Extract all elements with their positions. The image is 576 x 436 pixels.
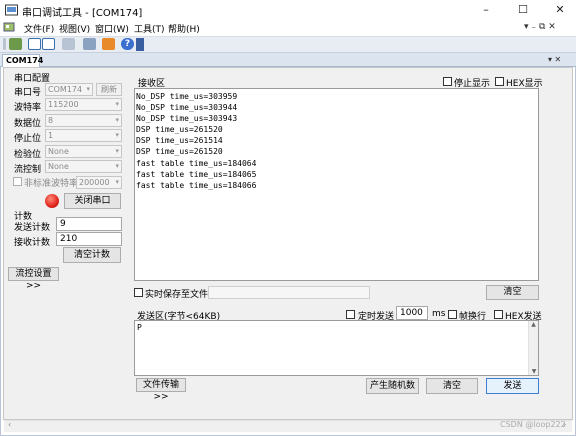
save-file-path-field[interactable] xyxy=(208,286,370,299)
connect-icon[interactable] xyxy=(9,38,22,50)
custom-baud-select[interactable]: 200000 ▾ xyxy=(76,176,122,189)
chevron-down-icon: ▾ xyxy=(115,116,119,124)
split-horizontal-icon[interactable] xyxy=(28,38,41,50)
send-clear-button[interactable]: 清空 xyxy=(426,378,478,394)
receive-line: DSP time_us=261514 xyxy=(136,136,223,146)
chevron-down-icon: ▾ xyxy=(115,162,119,170)
send-count-field: 9 xyxy=(56,217,122,231)
tab-controls[interactable]: ▾ ✕ xyxy=(548,55,561,64)
receive-line: No_DSP time_us=303944 xyxy=(136,103,238,113)
close-port-button[interactable]: 关闭串口 xyxy=(64,193,121,209)
parity-label: 检验位 xyxy=(14,150,42,160)
send-textarea[interactable]: P xyxy=(134,320,539,376)
stop-bits-select[interactable]: 1 ▾ xyxy=(45,129,122,142)
file-transfer-button[interactable]: 文件传输>> xyxy=(136,378,186,402)
receive-line: DSP time_us=261520 xyxy=(136,125,223,135)
chevron-down-icon: ▾ xyxy=(115,131,119,139)
menu-window[interactable]: 窗口(W) xyxy=(95,22,129,35)
receive-line: No_DSP time_us=303943 xyxy=(136,114,238,124)
window-title: 串口调试工具 - [COM174] xyxy=(22,8,143,19)
recv-count-field: 210 xyxy=(56,232,122,246)
baud-select[interactable]: 115200 ▾ xyxy=(45,98,122,111)
chevron-down-icon: ▾ xyxy=(115,178,119,186)
stop-display-checkbox[interactable] xyxy=(443,77,452,86)
wrap-checkbox[interactable] xyxy=(448,310,457,319)
receive-line: fast table time_us=184065 xyxy=(136,169,257,179)
timed-send-checkbox[interactable] xyxy=(346,310,355,319)
hex-display-checkbox[interactable] xyxy=(495,77,504,86)
app-icon xyxy=(5,4,18,16)
send-button[interactable]: 发送 xyxy=(486,378,539,394)
receive-line: fast table time_us=184066 xyxy=(136,180,257,190)
data-bits-value: 8 xyxy=(48,116,54,125)
scroll-down-icon[interactable]: ▼ xyxy=(529,368,539,375)
port-status-led-icon xyxy=(45,194,59,208)
document-tab-bar xyxy=(0,53,576,67)
interval-input[interactable]: 1000 xyxy=(396,306,428,320)
receive-textarea[interactable]: No_DSP time_us=303959 No_DSP time_us=303… xyxy=(134,88,539,281)
horizontal-scrollbar[interactable] xyxy=(4,420,572,432)
recv-count-label: 接收计数 xyxy=(14,238,51,248)
port-label: 串口号 xyxy=(14,88,42,98)
minimize-button[interactable]: – xyxy=(468,0,504,20)
menu-app-icon[interactable] xyxy=(3,22,15,33)
chevron-down-icon: ▾ xyxy=(115,147,119,155)
chevron-down-icon: ▾ xyxy=(86,85,90,93)
tab-com174[interactable]: COM174 xyxy=(2,54,43,67)
refresh-button[interactable]: 刷新 xyxy=(96,83,122,96)
menu-view[interactable]: 视图(V) xyxy=(59,22,90,35)
baud-value: 115200 xyxy=(48,100,79,109)
receive-line: No_DSP time_us=303959 xyxy=(136,92,238,101)
watermark: CSDN @loop222 xyxy=(500,420,566,429)
menu-help[interactable]: 帮助(H) xyxy=(168,22,200,35)
chevron-down-icon: ▾ xyxy=(115,100,119,108)
port-value: COM174 xyxy=(48,85,83,94)
flow-select[interactable]: None ▾ xyxy=(45,160,122,173)
data-bits-label: 数据位 xyxy=(14,119,42,129)
hex-send-checkbox[interactable] xyxy=(494,310,503,319)
flow-label: 流控制 xyxy=(14,165,42,175)
window-icon[interactable] xyxy=(83,38,96,50)
flow-settings-button[interactable]: 流控设置>> xyxy=(8,267,59,291)
custom-baud-value: 200000 xyxy=(79,178,110,187)
receive-clear-button[interactable]: 清空 xyxy=(486,285,539,300)
split-vertical-icon[interactable] xyxy=(42,38,55,50)
custom-baud-label: 非标准波特率 xyxy=(24,179,79,189)
receive-line: DSP time_us=261520 xyxy=(136,147,223,157)
flow-value: None xyxy=(48,162,69,171)
baud-label: 波特率 xyxy=(14,103,42,113)
scroll-up-icon[interactable]: ▲ xyxy=(529,321,538,328)
maximize-button[interactable]: ☐ xyxy=(505,0,541,20)
toolbar-grip xyxy=(3,38,6,50)
data-bits-select[interactable]: 8 ▾ xyxy=(45,114,122,127)
save-icon[interactable] xyxy=(62,38,75,50)
toolbar-overflow-icon[interactable] xyxy=(136,38,144,51)
settings-icon[interactable] xyxy=(102,38,115,50)
port-select[interactable]: COM174 ▾ xyxy=(45,83,93,96)
clear-count-button[interactable]: 清空计数 xyxy=(63,247,121,263)
menu-tools[interactable]: 工具(T) xyxy=(134,22,165,35)
parity-value: None xyxy=(48,147,69,156)
parity-select[interactable]: None ▾ xyxy=(45,145,122,158)
mdi-controls[interactable]: ▾ ₋ ⧉ ✕ xyxy=(524,22,556,32)
stop-bits-label: 停止位 xyxy=(14,134,42,144)
save-to-file-checkbox[interactable] xyxy=(134,288,143,297)
random-button[interactable]: 产生随机数 xyxy=(366,378,419,394)
send-scrollbar[interactable]: ▲ ▼ xyxy=(528,321,538,375)
send-content: P xyxy=(137,323,142,332)
save-to-file-label: 实时保存至文件 xyxy=(145,290,209,300)
scroll-left-icon[interactable]: ‹ xyxy=(8,420,11,429)
menu-file[interactable]: 文件(F) xyxy=(24,22,54,35)
send-count-label: 发送计数 xyxy=(14,223,51,233)
stop-bits-value: 1 xyxy=(48,131,54,140)
help-icon[interactable]: ? xyxy=(121,38,134,50)
receive-line: fast table time_us=184064 xyxy=(136,158,257,168)
close-button[interactable]: ✕ xyxy=(542,0,576,20)
custom-baud-checkbox[interactable] xyxy=(13,177,22,186)
interval-unit: ms xyxy=(432,309,446,319)
